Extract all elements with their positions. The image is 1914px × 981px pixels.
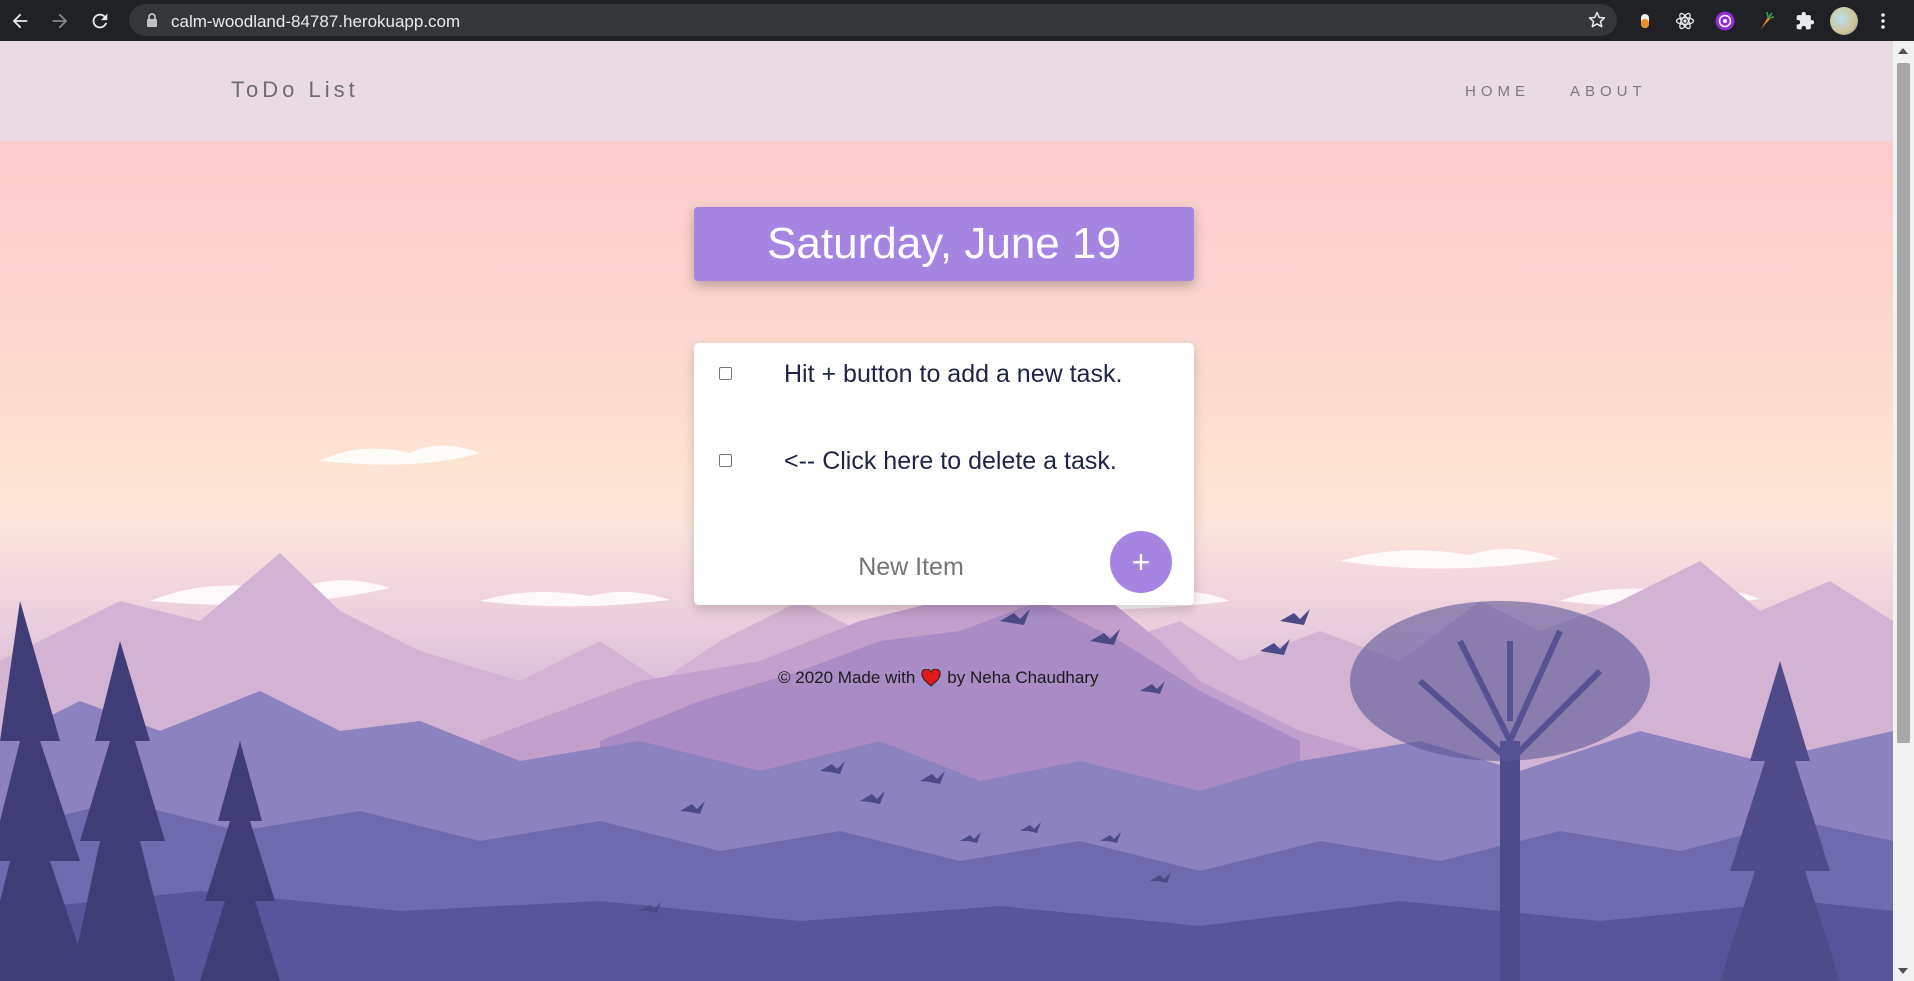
react-devtools-icon[interactable] [1670, 6, 1700, 36]
scroll-down-arrow[interactable] [1898, 968, 1908, 974]
puzzle-extensions-icon[interactable] [1790, 6, 1820, 36]
url-text: calm-woodland-84787.herokuapp.com [171, 12, 461, 31]
carrot-extension-icon[interactable] [1750, 6, 1780, 36]
menu-icon[interactable] [1868, 6, 1898, 36]
nav-links: HOME ABOUT [1465, 83, 1647, 100]
heart-icon [921, 669, 941, 687]
top-navbar: ToDo List HOME ABOUT [0, 41, 1893, 141]
scrollbar-thumb[interactable] [1897, 63, 1910, 743]
lock-icon [147, 13, 157, 27]
task-text: Hit + button to add a new task. [784, 360, 1123, 388]
task-text: <-- Click here to delete a task. [784, 447, 1117, 475]
todo-item: <-- Click here to delete a task. [694, 430, 1194, 490]
date-heading-box: Saturday, June 19 [694, 207, 1194, 281]
browser-toolbar: calm-woodland-84787.herokuapp.com [0, 0, 1914, 41]
pepper-extension-icon[interactable] [1630, 6, 1660, 36]
new-item-input[interactable] [784, 546, 1038, 588]
footer-text-before: © 2020 Made with [778, 668, 916, 687]
add-task-button[interactable]: + [1110, 531, 1172, 593]
task-checkbox[interactable] [719, 367, 732, 380]
nav-link-about[interactable]: ABOUT [1570, 83, 1647, 100]
date-heading: Saturday, June 19 [767, 219, 1121, 268]
brand-logo-text[interactable]: ToDo List [231, 77, 359, 103]
todo-card: Hit + button to add a new task. <-- Clic… [694, 343, 1194, 605]
nav-link-home[interactable]: HOME [1465, 83, 1530, 100]
page-viewport: ToDo List HOME ABOUT Saturday, June 19 H… [0, 41, 1893, 981]
reload-icon[interactable] [80, 1, 120, 41]
profile-avatar[interactable] [1830, 6, 1858, 35]
task-checkbox[interactable] [719, 454, 732, 467]
github-extension-icon[interactable] [1710, 6, 1740, 36]
forward-icon[interactable] [40, 1, 80, 41]
star-icon[interactable] [1587, 10, 1607, 30]
back-icon[interactable] [0, 1, 40, 41]
todo-item: Hit + button to add a new task. [694, 343, 1194, 403]
footer: © 2020 Made with by Neha Chaudhary [778, 668, 1099, 688]
address-bar[interactable]: calm-woodland-84787.herokuapp.com [129, 4, 1617, 36]
scroll-up-arrow[interactable] [1898, 48, 1908, 54]
page-scrollbar[interactable] [1893, 41, 1914, 981]
footer-text-after: by Neha Chaudhary [947, 668, 1099, 687]
